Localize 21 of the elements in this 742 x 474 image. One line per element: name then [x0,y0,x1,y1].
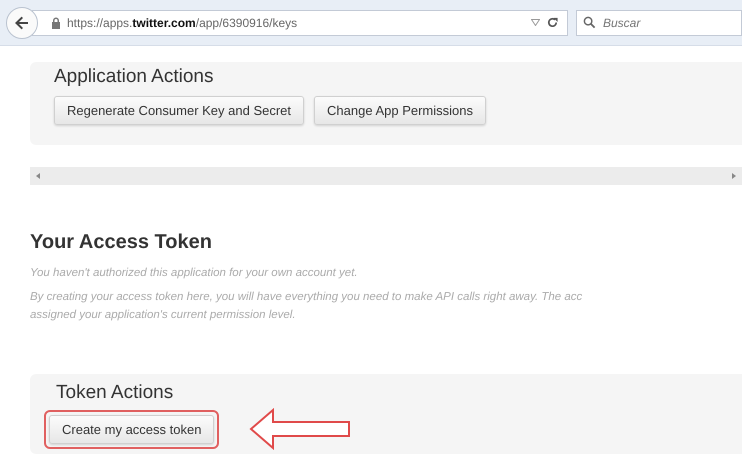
back-button[interactable] [6,6,38,38]
search-icon [583,16,596,29]
scroll-left-icon[interactable] [36,173,40,179]
url-text: https://apps.twitter.com/app/6390916/keys [67,16,298,30]
dropdown-triangle-icon[interactable] [531,19,540,26]
panel-title: Token Actions [55,382,174,404]
info-text: By creating your access token here, you will have everything you need to make API calls right away. The acc assigned your application's current permission level. [30,290,584,323]
search-bar[interactable]: Buscar [576,10,742,36]
scroll-right-icon[interactable] [732,173,736,179]
info-text: You haven't authorized this application for your own account yet. [30,266,359,281]
panel-title: Application Actions [54,66,214,88]
action-button[interactable]: Regenerate Consumer Key and Secret [54,96,304,125]
back-arrow-icon [14,14,30,30]
action-button[interactable]: Change App Permissions [314,96,486,125]
left-arrow-icon [249,408,352,450]
horizontal-scrollbar[interactable] [30,167,742,185]
address-bar[interactable]: https://apps.twitter.com/app/6390916/keys [32,10,568,36]
section-heading: Your Access Token [30,231,213,254]
lock-icon [51,16,61,28]
reload-icon[interactable] [546,16,559,29]
create-token-button[interactable]: Create my access token [49,414,214,444]
